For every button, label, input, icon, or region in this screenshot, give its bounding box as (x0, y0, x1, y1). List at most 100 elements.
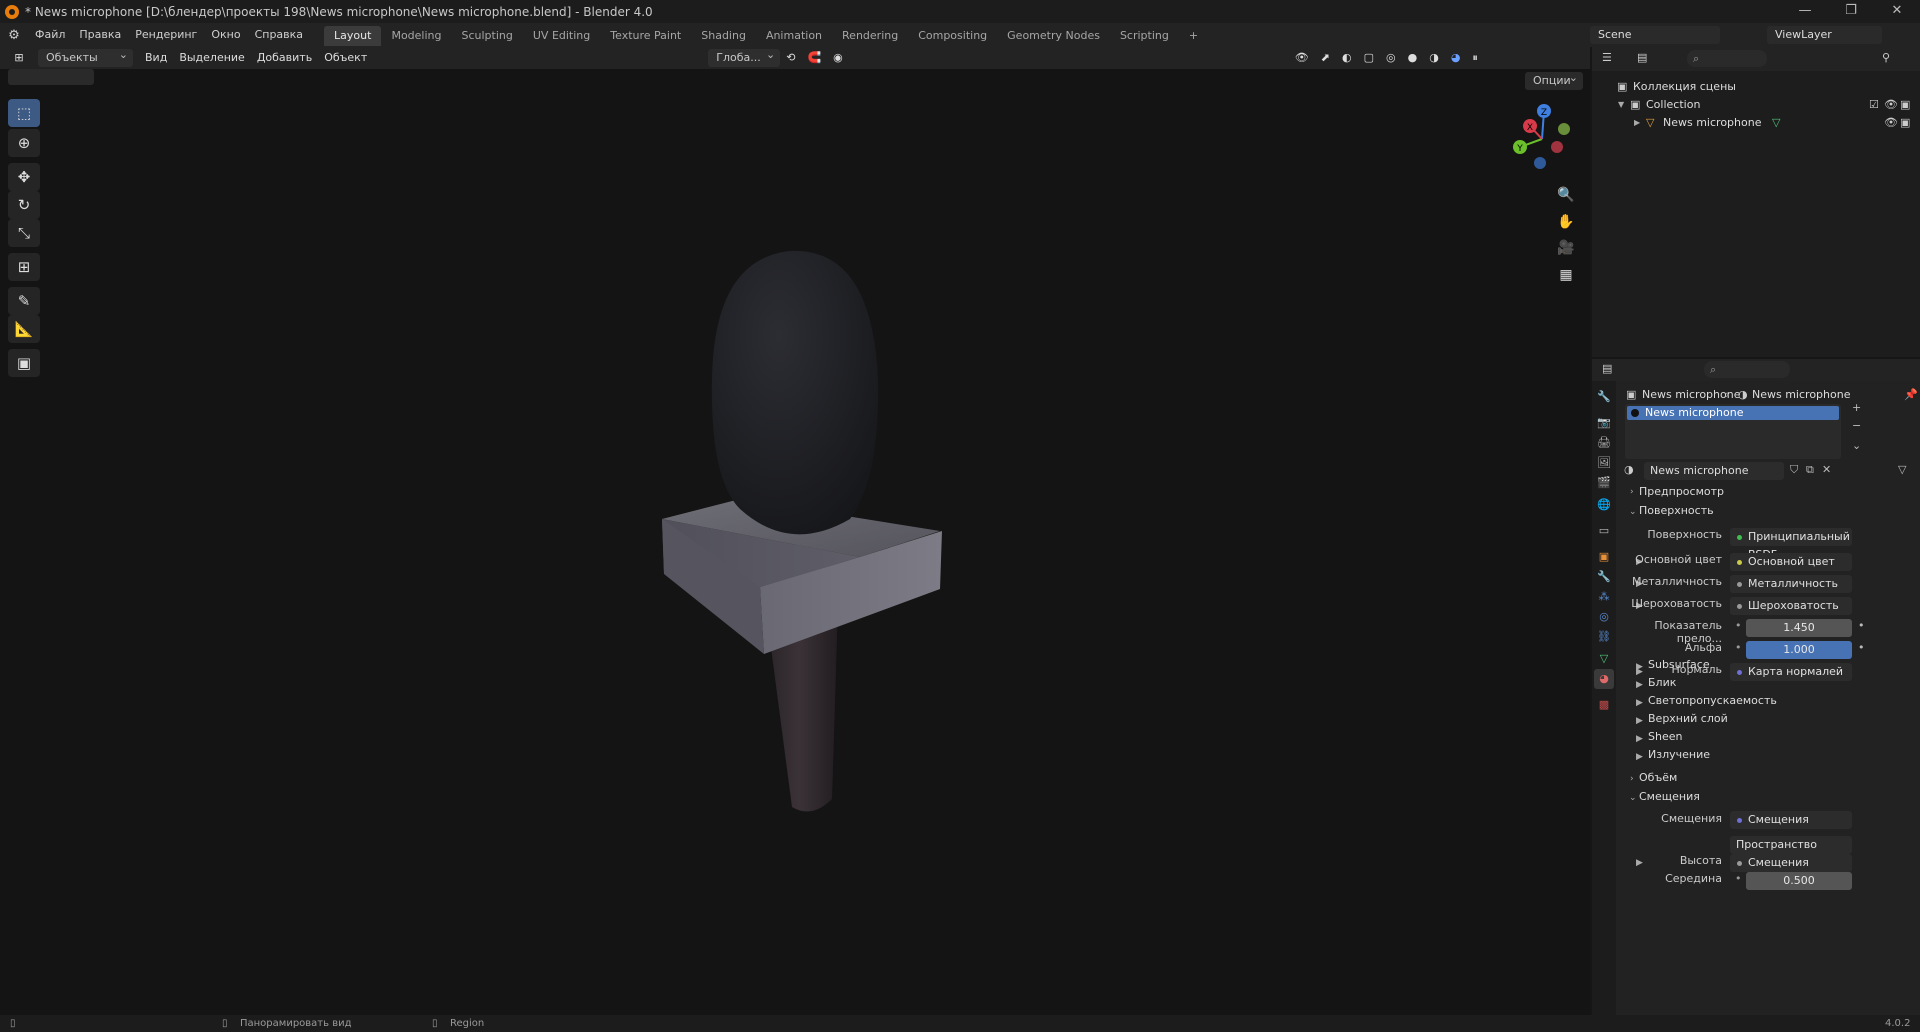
measure-tool-icon[interactable]: 📐 (8, 315, 40, 343)
space-dropdown[interactable]: Пространство объекта (1730, 836, 1852, 869)
height-field[interactable]: Смещения (1730, 854, 1852, 872)
render-tab-icon[interactable]: 📷 (1594, 413, 1614, 433)
expand-arrow-icon[interactable]: ⌄ (1629, 793, 1637, 803)
subsection-coat[interactable]: Верхний слой (1648, 712, 1728, 725)
menu-file[interactable]: Файл (28, 23, 72, 47)
solid-shading-icon[interactable]: ● (1402, 47, 1424, 69)
texture-tab-icon[interactable]: ▩ (1594, 695, 1614, 715)
outliner-row-collection[interactable]: ▼ ▣ Collection ☑ 👁 ▣ (1592, 96, 1920, 114)
browse-material-icon[interactable]: ◑ (1624, 463, 1634, 476)
add-workspace-button[interactable]: + (1179, 26, 1208, 46)
outliner-editor-icon[interactable]: ☰ (1602, 51, 1612, 64)
mode-dropdown[interactable]: Объекты (38, 46, 133, 67)
neg-x-handle[interactable] (1551, 141, 1563, 153)
object-tab-icon[interactable]: ▣ (1594, 547, 1614, 567)
maximize-button[interactable]: ❐ (1828, 0, 1874, 23)
unlink-material-icon[interactable]: ✕ (1822, 463, 1831, 476)
add-slot-button[interactable]: + (1852, 401, 1861, 414)
base-color-field[interactable]: Основной цвет (1730, 553, 1852, 571)
select-box-tool-icon[interactable]: ⬚ (8, 99, 40, 127)
render-camera-icon[interactable]: ▣ (1900, 96, 1910, 114)
blender-menu-icon[interactable]: ⚙ (0, 28, 28, 43)
zoom-icon[interactable]: 🔍 (1554, 183, 1578, 207)
expand-arrow-icon[interactable]: ▶ (1636, 698, 1643, 708)
overlay-toggle-icon[interactable]: ◐ (1336, 47, 1358, 69)
constraints-tab-icon[interactable]: ⛓ (1594, 627, 1614, 647)
wireframe-shading-icon[interactable]: ◎ (1380, 47, 1402, 69)
subsection-emission[interactable]: Излучение (1648, 748, 1710, 761)
expand-arrow-icon[interactable]: ⌄ (1629, 507, 1637, 517)
keyframe-dot-icon[interactable]: • (1858, 641, 1865, 654)
outliner-row-scene-collection[interactable]: ▣ Коллекция сцены (1592, 78, 1920, 96)
material-shading-icon[interactable]: ◑ (1423, 47, 1445, 69)
tab-compositing[interactable]: Compositing (908, 26, 997, 46)
minimize-button[interactable]: — (1782, 0, 1828, 23)
material-name-field[interactable]: News microphone (1644, 462, 1784, 480)
collapse-arrow-icon[interactable]: › (1630, 774, 1634, 784)
collection-tab-icon[interactable]: ▭ (1594, 521, 1614, 541)
pin-icon[interactable]: 📌 (1904, 388, 1918, 401)
expand-arrow-icon[interactable]: ▶ (1636, 716, 1643, 726)
menu-object[interactable]: Объект (318, 47, 373, 69)
close-button[interactable]: ✕ (1874, 0, 1920, 23)
expand-arrow-icon[interactable]: ▶ (1634, 114, 1640, 132)
collapse-arrow-icon[interactable]: › (1630, 487, 1634, 497)
mesh-data-icon[interactable]: ▽ (1772, 114, 1780, 132)
particles-tab-icon[interactable]: ⁂ (1594, 587, 1614, 607)
annotate-tool-icon[interactable]: ✎ (8, 287, 40, 315)
subsection-sheen[interactable]: Sheen (1648, 730, 1682, 743)
scale-tool-icon[interactable]: ⤡ (8, 219, 40, 247)
cursor-tool-icon[interactable]: ⊕ (8, 129, 40, 157)
keyframe-dot-icon[interactable]: • (1858, 619, 1865, 632)
subsection-specular[interactable]: Блик (1648, 676, 1676, 689)
xray-toggle-icon[interactable]: ▢ (1358, 47, 1380, 69)
hide-eye-icon[interactable]: 👁 (1884, 96, 1898, 114)
neg-z-handle[interactable] (1534, 157, 1546, 169)
tab-animation[interactable]: Animation (756, 26, 832, 46)
pivot-icon[interactable]: ⟲ (780, 47, 801, 69)
menu-render[interactable]: Рендеринг (128, 23, 204, 47)
alpha-slider[interactable]: 1.000 (1746, 641, 1852, 659)
tab-shading[interactable]: Shading (691, 26, 756, 46)
duplicate-material-icon[interactable]: ⧉ (1806, 463, 1814, 477)
view-layer-tab-icon[interactable]: 🖼 (1594, 453, 1614, 473)
section-displacement[interactable]: Смещения (1639, 790, 1700, 803)
properties-search-input[interactable]: ⌕ (1704, 361, 1790, 378)
tab-rendering[interactable]: Rendering (832, 26, 908, 46)
section-surface[interactable]: Поверхность (1639, 504, 1714, 517)
section-preview[interactable]: Предпросмотр (1639, 485, 1724, 498)
scene-tab-icon[interactable]: 🎬 (1594, 473, 1614, 493)
roughness-field[interactable]: Шероховатость (1730, 597, 1852, 615)
rendered-shading-icon[interactable]: ◕ (1445, 47, 1467, 69)
normal-field[interactable]: Карта нормалей (1730, 663, 1852, 681)
modifiers-tab-icon[interactable]: 🔧 (1594, 567, 1614, 587)
tab-geometry-nodes[interactable]: Geometry Nodes (997, 26, 1110, 46)
expand-arrow-icon[interactable]: ▶ (1636, 680, 1643, 690)
camera-view-icon[interactable]: 🎥 (1554, 236, 1578, 260)
tool-tab-icon[interactable]: 🔧 (1594, 387, 1614, 407)
3d-viewport[interactable]: Опции ⬚ ⊕ ✥ ↻ ⤡ ⊞ ✎ 📐 ▣ Z Y X 🔍 ✋ 🎥 ▦ (0, 69, 1590, 1015)
section-volume[interactable]: Объём (1639, 771, 1677, 784)
surface-field[interactable]: Принципиальный BSDF (1730, 528, 1852, 561)
orientation-dropdown[interactable]: Глоба... (708, 46, 781, 67)
visibility-icon[interactable]: 👁 (1289, 47, 1315, 69)
physics-tab-icon[interactable]: ◎ (1594, 607, 1614, 627)
display-mode-icon[interactable]: ▤ (1637, 51, 1647, 64)
proportional-edit-icon[interactable]: ◉ (827, 47, 849, 69)
move-tool-icon[interactable]: ✥ (8, 163, 40, 191)
add-cube-tool-icon[interactable]: ▣ (8, 349, 40, 377)
tab-modeling[interactable]: Modeling (381, 26, 451, 46)
microphone-model[interactable] (640, 179, 960, 829)
expand-arrow-icon[interactable]: ▶ (1636, 734, 1643, 744)
snap-icon[interactable]: 🧲 (801, 47, 827, 69)
menu-select[interactable]: Выделение (173, 47, 251, 69)
tab-texture-paint[interactable]: Texture Paint (600, 26, 691, 46)
view-layer-selector[interactable]: ViewLayer (1767, 26, 1882, 44)
expand-arrow-icon[interactable]: ▼ (1618, 96, 1624, 114)
outliner-row-object[interactable]: ▶ ▽ News microphone ▽ 👁 ▣ (1592, 114, 1920, 132)
editor-type-icon[interactable]: ⊞ (0, 47, 38, 69)
neg-y-handle[interactable] (1558, 123, 1570, 135)
world-tab-icon[interactable]: 🌐 (1594, 495, 1614, 515)
properties-editor-icon[interactable]: ▤ (1602, 362, 1612, 375)
output-tab-icon[interactable]: 🖨 (1594, 433, 1614, 453)
